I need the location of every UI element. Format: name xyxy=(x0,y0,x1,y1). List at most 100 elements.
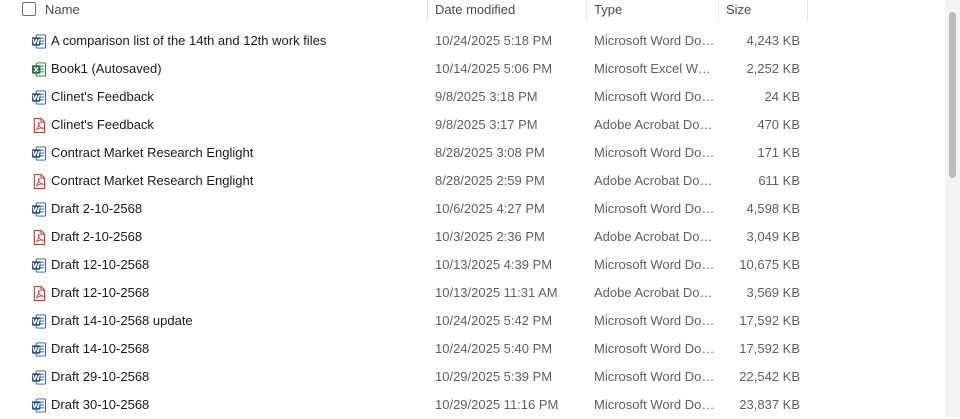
column-header-date-modified[interactable]: Date modified xyxy=(435,0,515,22)
svg-text:W: W xyxy=(32,205,40,214)
svg-text:W: W xyxy=(32,345,40,354)
file-size: 17,592 KB xyxy=(739,341,800,356)
file-name: Book1 (Autosaved) xyxy=(51,61,162,76)
file-size: 611 KB xyxy=(758,173,800,188)
file-size: 3,569 KB xyxy=(746,285,801,300)
file-date-modified: 10/24/2025 5:42 PM xyxy=(435,313,553,328)
file-name: Draft 2-10-2568 xyxy=(51,229,143,244)
select-all-checkbox[interactable] xyxy=(22,2,36,16)
file-size: 22,542 KB xyxy=(739,369,800,384)
file-type: Adobe Acrobat Docu... xyxy=(594,117,716,132)
file-row[interactable]: W Contract Market Research Englight 8/28/2… xyxy=(0,139,945,167)
excel-icon: X xyxy=(31,62,47,77)
file-name: Contract Market Research Englight xyxy=(51,173,254,188)
file-row[interactable]: W Draft 14-10-2568 update 10/24/2025 5:42 … xyxy=(0,307,945,335)
svg-text:W: W xyxy=(32,149,40,158)
file-row[interactable]: Draft 2-10-2568 10/3/2025 2:36 PM Adobe Ac… xyxy=(0,223,945,251)
column-divider[interactable] xyxy=(807,0,808,22)
file-date-modified: 10/29/2025 5:39 PM xyxy=(435,369,553,384)
svg-text:W: W xyxy=(32,93,40,102)
word-icon: W xyxy=(31,398,47,413)
column-divider[interactable] xyxy=(586,0,587,22)
svg-text:W: W xyxy=(32,317,40,326)
file-row[interactable]: W Clinet's Feedback 9/8/2025 3:18 PM Micros… xyxy=(0,83,945,111)
word-icon: W xyxy=(31,258,47,273)
file-date-modified: 9/8/2025 3:17 PM xyxy=(435,117,538,132)
file-name: Draft 14-10-2568 update xyxy=(51,313,193,328)
file-date-modified: 10/13/2025 4:39 PM xyxy=(435,257,553,272)
file-row[interactable]: W A comparison list of the 14th and 12th … xyxy=(0,27,945,55)
file-size: 4,243 KB xyxy=(746,33,801,48)
pdf-icon xyxy=(33,118,46,133)
file-name: Draft 30-10-2568 xyxy=(51,397,150,412)
file-row[interactable]: W Draft 29-10-2568 10/29/2025 5:39 PM Micro… xyxy=(0,363,945,391)
column-divider[interactable] xyxy=(718,0,719,22)
column-header-name[interactable]: Name xyxy=(45,0,80,22)
svg-text:X: X xyxy=(33,65,39,74)
file-type: Microsoft Word Doc... xyxy=(594,89,716,104)
file-name: Clinet's Feedback xyxy=(51,89,154,104)
file-name: Clinet's Feedback xyxy=(51,117,154,132)
file-type: Adobe Acrobat Docu... xyxy=(594,229,716,244)
file-size: 23,837 KB xyxy=(739,397,800,412)
file-type: Microsoft Word Doc... xyxy=(594,201,716,216)
file-row[interactable]: W Draft 14-10-2568 10/24/2025 5:40 PM Micro… xyxy=(0,335,945,363)
word-icon: W xyxy=(31,34,47,49)
file-row[interactable]: Clinet's Feedback 9/8/2025 3:17 PM Adobe A… xyxy=(0,111,945,139)
file-row[interactable]: Contract Market Research Englight 8/28/20… xyxy=(0,167,945,195)
word-icon: W xyxy=(31,314,47,329)
file-name: Draft 14-10-2568 xyxy=(51,341,150,356)
file-size: 171 KB xyxy=(757,145,800,160)
file-date-modified: 10/24/2025 5:18 PM xyxy=(435,33,553,48)
file-date-modified: 8/28/2025 2:59 PM xyxy=(435,173,545,188)
file-list: W A comparison list of the 14th and 12th … xyxy=(0,27,945,419)
file-name: Draft 12-10-2568 xyxy=(51,285,150,300)
file-name: Draft 29-10-2568 xyxy=(51,369,150,384)
svg-text:W: W xyxy=(32,37,40,46)
file-type: Microsoft Excel Work... xyxy=(594,61,716,76)
file-date-modified: 10/14/2025 5:06 PM xyxy=(435,61,553,76)
column-header-size[interactable]: Size xyxy=(726,0,751,22)
pdf-icon xyxy=(33,174,46,189)
file-type: Microsoft Word Doc... xyxy=(594,145,716,160)
file-row[interactable]: W Draft 12-10-2568 10/13/2025 4:39 PM Micro… xyxy=(0,251,945,279)
file-type: Microsoft Word Doc... xyxy=(594,397,716,412)
column-divider[interactable] xyxy=(427,0,428,22)
file-row[interactable]: Draft 12-10-2568 10/13/2025 11:31 AM Adobe… xyxy=(0,279,945,307)
file-type: Microsoft Word Doc... xyxy=(594,257,716,272)
file-type: Microsoft Word Doc... xyxy=(594,313,716,328)
pdf-icon xyxy=(33,230,46,245)
file-date-modified: 8/28/2025 3:08 PM xyxy=(435,145,545,160)
file-date-modified: 10/6/2025 4:27 PM xyxy=(435,201,545,216)
file-name: A comparison list of the 14th and 12th w… xyxy=(51,33,327,48)
column-header-row: Name Date modified Type Size xyxy=(0,0,945,22)
pdf-icon xyxy=(33,286,46,301)
file-name: Draft 2-10-2568 xyxy=(51,201,143,216)
vertical-scrollbar[interactable] xyxy=(945,0,960,417)
file-row[interactable]: W Draft 2-10-2568 10/6/2025 4:27 PM Microso… xyxy=(0,195,945,223)
file-row[interactable]: X Book1 (Autosaved) 10/14/2025 5:06 PM Micr… xyxy=(0,55,945,83)
file-date-modified: 9/8/2025 3:18 PM xyxy=(435,89,538,104)
scrollbar-thumb[interactable] xyxy=(949,12,956,178)
file-row[interactable]: W Draft 30-10-2568 10/29/2025 11:16 PM Micr… xyxy=(0,391,945,419)
file-name: Contract Market Research Englight xyxy=(51,145,254,160)
file-name: Draft 12-10-2568 xyxy=(51,257,150,272)
column-header-type[interactable]: Type xyxy=(594,0,622,22)
file-date-modified: 10/13/2025 11:31 AM xyxy=(435,285,558,300)
file-type: Microsoft Word Doc... xyxy=(594,341,716,356)
svg-text:W: W xyxy=(32,401,40,410)
file-size: 2,252 KB xyxy=(746,61,801,76)
file-size: 17,592 KB xyxy=(739,313,800,328)
file-size: 4,598 KB xyxy=(746,201,801,216)
file-type: Adobe Acrobat Docu... xyxy=(594,173,716,188)
file-type: Microsoft Word Doc... xyxy=(594,369,716,384)
file-size: 24 KB xyxy=(764,89,800,104)
word-icon: W xyxy=(31,202,47,217)
word-icon: W xyxy=(31,90,47,105)
svg-text:W: W xyxy=(32,373,40,382)
word-icon: W xyxy=(31,370,47,385)
word-icon: W xyxy=(31,146,47,161)
file-size: 3,049 KB xyxy=(746,229,801,244)
word-icon: W xyxy=(31,342,47,357)
svg-text:W: W xyxy=(32,261,40,270)
